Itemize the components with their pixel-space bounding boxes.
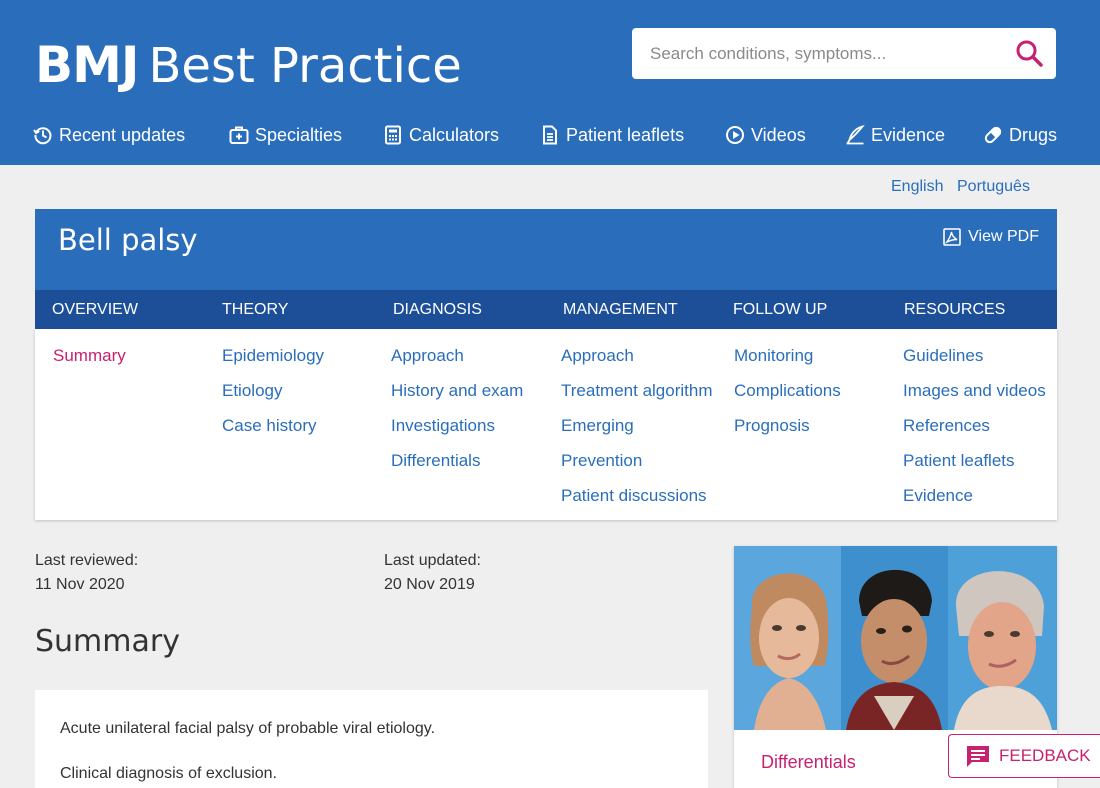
nav-specialties[interactable]: Specialties <box>229 120 342 150</box>
link-management-approach[interactable]: Approach <box>561 346 634 366</box>
logo-bmj-text: BMJ <box>35 36 139 94</box>
feedback-label: FEEDBACK <box>999 746 1091 765</box>
chat-bubble-icon <box>967 746 989 767</box>
nav-label: Recent updates <box>59 124 186 145</box>
image-caption: Differentials <box>761 752 856 772</box>
link-case-history[interactable]: Case history <box>222 416 316 436</box>
language-english[interactable]: English <box>891 178 943 196</box>
search-input[interactable] <box>632 28 1002 79</box>
nav-recent-updates[interactable]: Recent updates <box>33 120 185 150</box>
summary-point: Acute unilateral facial palsy of probabl… <box>60 720 436 737</box>
play-circle-icon <box>726 126 744 144</box>
link-patient-leaflets[interactable]: Patient leaflets <box>903 451 1015 471</box>
link-differentials[interactable]: Differentials <box>391 451 480 471</box>
link-history-and-exam[interactable]: History and exam <box>391 381 523 401</box>
link-guidelines[interactable]: Guidelines <box>903 346 983 366</box>
summary-point: Clinical diagnosis of exclusion. <box>60 765 277 782</box>
nav-calculators[interactable]: Calculators <box>383 120 499 150</box>
search-box <box>632 28 1056 79</box>
last-updated-date: 20 Nov 2019 <box>384 576 475 593</box>
quill-icon <box>846 125 865 145</box>
last-reviewed-label: Last reviewed: <box>35 552 139 569</box>
link-etiology[interactable]: Etiology <box>222 381 282 401</box>
pdf-icon <box>943 228 961 246</box>
topic-title: Bell palsy <box>58 223 198 257</box>
link-prognosis[interactable]: Prognosis <box>734 416 810 436</box>
medical-bag-icon <box>229 126 249 144</box>
last-reviewed-date: 11 Nov 2020 <box>35 576 125 593</box>
nav-evidence[interactable]: Evidence <box>845 120 945 150</box>
bmj-best-practice-logo[interactable]: BMJ Best Practice <box>35 20 462 90</box>
nav-patient-leaflets[interactable]: Patient leaflets <box>540 120 684 150</box>
calculator-icon <box>385 125 401 145</box>
link-diagnosis-approach[interactable]: Approach <box>391 346 464 366</box>
tab-resources[interactable]: RESOURCES <box>904 290 1005 329</box>
search-icon <box>1016 40 1043 67</box>
nav-label: Evidence <box>871 124 946 145</box>
tab-theory[interactable]: THEORY <box>222 290 288 329</box>
link-patient-discussions[interactable]: Patient discussions <box>561 486 707 506</box>
tab-overview[interactable]: OVERVIEW <box>52 290 138 329</box>
topic-links-panel: Summary Epidemiology Etiology Case histo… <box>35 329 1057 520</box>
link-complications[interactable]: Complications <box>734 381 841 401</box>
tab-diagnosis[interactable]: DIAGNOSIS <box>393 290 482 329</box>
link-prevention[interactable]: Prevention <box>561 451 642 471</box>
nav-label: Patient leaflets <box>566 124 685 145</box>
clock-history-icon <box>33 127 52 145</box>
nav-label: Calculators <box>409 124 500 145</box>
link-emerging[interactable]: Emerging <box>561 416 634 436</box>
nav-label: Specialties <box>255 124 343 145</box>
link-images-and-videos[interactable]: Images and videos <box>903 381 1046 401</box>
summary-heading: Summary <box>35 624 180 659</box>
nav-label: Drugs <box>1009 124 1058 145</box>
link-investigations[interactable]: Investigations <box>391 416 495 436</box>
last-reviewed: Last reviewed: 11 Nov 2020 <box>35 549 138 597</box>
language-portuguese[interactable]: Português <box>957 178 1030 196</box>
link-evidence[interactable]: Evidence <box>903 486 973 506</box>
tab-management[interactable]: MANAGEMENT <box>563 290 678 329</box>
link-epidemiology[interactable]: Epidemiology <box>222 346 324 366</box>
link-summary[interactable]: Summary <box>53 346 126 366</box>
last-updated: Last updated: 20 Nov 2019 <box>384 549 481 597</box>
main-nav: Recent updates Specialties Calculators P… <box>0 120 1100 150</box>
nav-drugs[interactable]: Drugs <box>983 120 1057 150</box>
site-header: BMJ Best Practice Recent updates <box>0 0 1100 165</box>
feedback-button[interactable]: FEEDBACK <box>948 734 1100 778</box>
view-pdf-label: View PDF <box>968 228 1039 245</box>
summary-box: Acute unilateral facial palsy of probabl… <box>35 690 708 788</box>
logo-best-practice-text: Best Practice <box>148 38 462 94</box>
topic-header: Bell palsy View PDF <box>35 209 1057 290</box>
nav-videos[interactable]: Videos <box>725 120 806 150</box>
pill-icon <box>984 126 1002 144</box>
last-updated-label: Last updated: <box>384 552 481 569</box>
nav-label: Videos <box>751 124 806 145</box>
tab-follow-up[interactable]: FOLLOW UP <box>733 290 827 329</box>
search-button[interactable] <box>1014 38 1044 68</box>
document-icon <box>543 125 557 145</box>
topic-tabs: OVERVIEW THEORY DIAGNOSIS MANAGEMENT FOL… <box>35 290 1057 329</box>
patient-faces-image <box>734 546 1057 730</box>
link-treatment-algorithm[interactable]: Treatment algorithm <box>561 381 712 401</box>
link-monitoring[interactable]: Monitoring <box>734 346 813 366</box>
view-pdf-button[interactable]: View PDF <box>942 227 1039 247</box>
link-references[interactable]: References <box>903 416 990 436</box>
